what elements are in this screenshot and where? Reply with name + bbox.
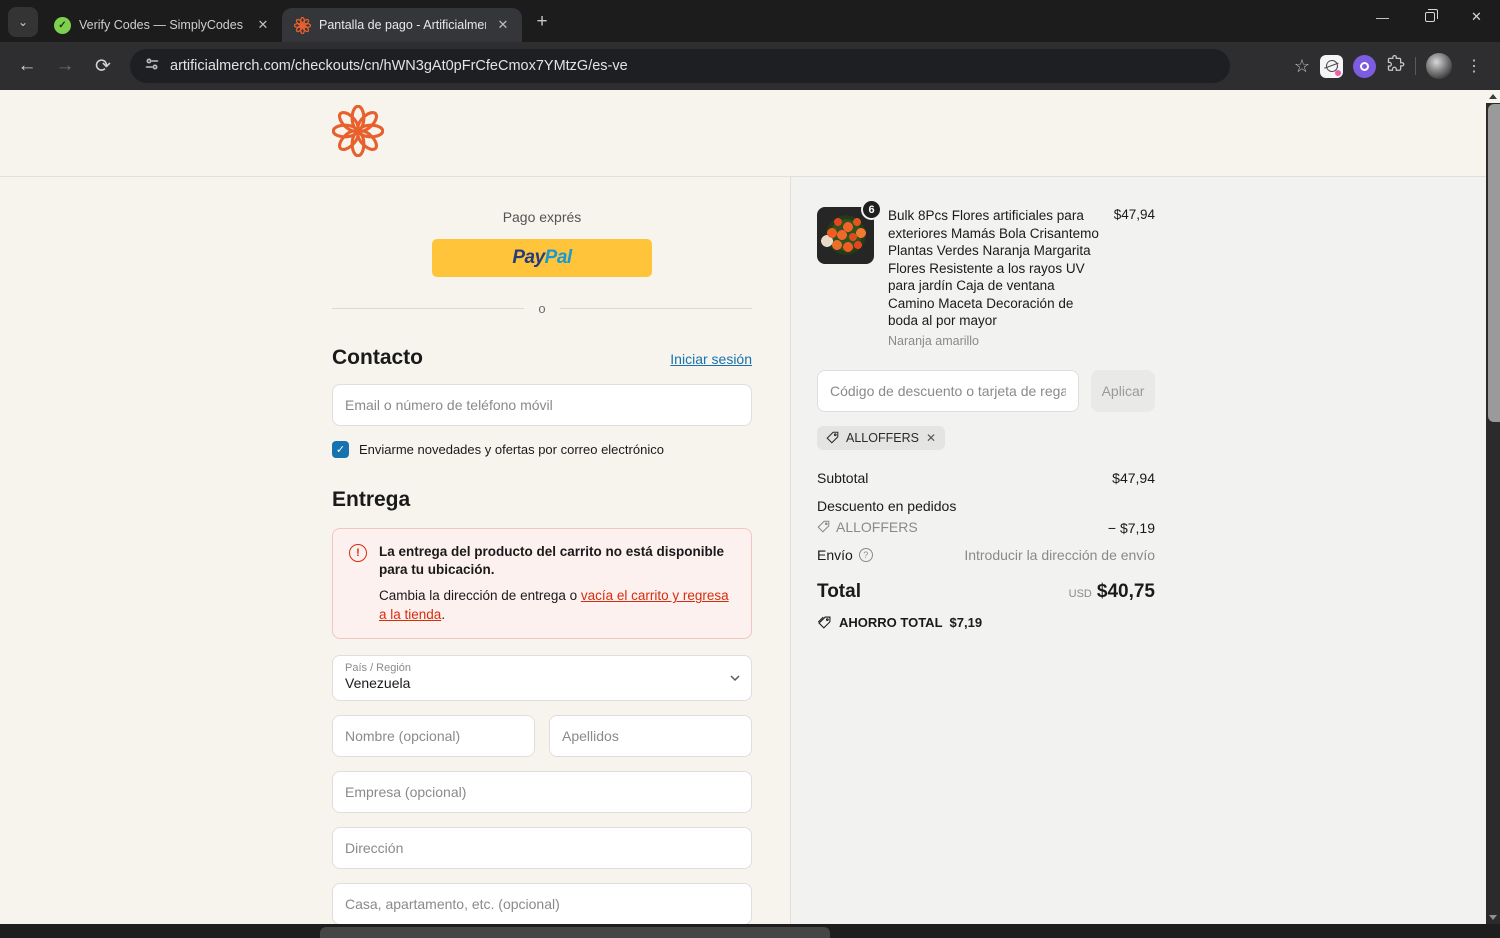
chevron-down-icon [729,672,741,684]
vertical-scrollbar-thumb[interactable] [1488,104,1500,422]
warning-icon: ! [349,544,367,562]
profile-avatar[interactable] [1426,53,1452,79]
url-text[interactable]: artificialmerch.com/checkouts/cn/hWN3gAt… [170,58,628,74]
minimize-button[interactable]: — [1359,0,1406,34]
browser-window: ⌄ ✓ Verify Codes — SimplyCodes ✕ Pantall… [0,0,1500,938]
total-label: Total [817,581,861,603]
store-favicon-icon [294,16,311,34]
store-logo[interactable] [331,104,385,162]
total-savings-row: AHORRO TOTAL $7,19 [817,615,1155,630]
contact-heading: Contacto [332,346,423,369]
tab-simplycodes[interactable]: ✓ Verify Codes — SimplyCodes ✕ [42,8,282,42]
last-name-field[interactable] [550,715,751,756]
quantity-badge: 6 [861,199,882,220]
extension-icon[interactable] [1320,54,1343,78]
checkout-form-column: Pago exprés Pay Pal o Contacto Iniciar se… [0,177,790,924]
simplycodes-favicon-icon: ✓ [54,16,71,34]
warning-secondary: Cambia la dirección de entrega o vacía e… [379,588,729,622]
discount-code-input[interactable] [818,370,1078,411]
first-name-field[interactable] [333,715,534,756]
shipping-value: Introducir la dirección de envío [964,547,1155,564]
toolbar-right: ☆ ⋮ [1294,53,1490,79]
savings-label: AHORRO TOTAL [839,615,943,631]
restore-icon [1424,9,1438,22]
tab-strip: ⌄ ✓ Verify Codes — SimplyCodes ✕ Pantall… [0,0,1500,42]
close-tab-icon[interactable]: ✕ [494,16,512,34]
back-button[interactable]: ← [10,49,44,83]
apply-discount-button[interactable]: Aplicar [1091,369,1155,412]
subtotal-label: Subtotal [817,469,869,486]
login-link[interactable]: Iniciar sesión [670,351,752,367]
order-discount-label: Descuento en pedidos [817,497,957,514]
product-variant: Naranja amarillo [888,333,980,348]
ring-icon [1360,61,1369,71]
cart-line-item: 6 Bulk 8Pcs Flores artificiales para ext… [817,199,1155,348]
scroll-down-icon[interactable] [1486,911,1500,924]
remove-discount-icon[interactable]: ✕ [926,431,936,445]
forward-button[interactable]: → [48,49,82,83]
browser-menu-icon[interactable]: ⋮ [1462,56,1486,76]
extension-icon[interactable] [1353,54,1376,78]
close-window-button[interactable]: ✕ [1453,0,1500,34]
tab-title: Pantalla de pago - Artificialmerc [319,18,486,32]
address-field[interactable] [333,827,751,868]
discount-chip: ALLOFFERS ✕ [817,425,945,450]
bookmark-star-icon[interactable]: ☆ [1294,56,1310,77]
subtotal-value: $47,94 [1112,469,1155,486]
site-header [0,90,1486,177]
close-tab-icon[interactable]: ✕ [254,16,272,34]
tab-checkout[interactable]: Pantalla de pago - Artificialmerc ✕ [282,8,522,42]
delivery-warning-banner: ! La entrega del producto del carrito no… [332,528,752,639]
express-checkout-label: Pago exprés [502,209,582,225]
toolbar-divider [1415,57,1416,75]
company-field[interactable] [333,771,751,812]
tag-icon [826,431,839,444]
savings-value: $7,19 [949,615,983,631]
tag-icon [817,520,830,533]
maximize-button[interactable] [1406,0,1453,34]
new-tab-button[interactable]: + [528,8,556,36]
reload-button[interactable]: ⟳ [86,49,120,83]
checkout-page: Pago exprés Pay Pal o Contacto Iniciar se… [0,90,1500,938]
discount-chip-code: ALLOFFERS [846,430,919,445]
newsletter-checkbox-row[interactable]: ✓ Enviarme novedades y ofertas por corre… [332,441,752,458]
total-value: USD $40,75 [1068,581,1155,603]
discount-code-label: ALLOFFERS [817,519,918,535]
apartment-field[interactable] [333,883,751,924]
horizontal-scrollbar[interactable] [0,924,1486,938]
site-settings-icon[interactable] [144,56,160,77]
vertical-scrollbar[interactable] [1486,90,1500,924]
scroll-up-icon[interactable] [1486,90,1500,103]
shipping-help-icon[interactable]: ? [858,548,873,563]
newsletter-label: Enviarme novedades y ofertas por correo … [359,442,664,457]
shipping-label: Envío ? [817,547,873,563]
horizontal-scrollbar-thumb[interactable] [320,927,830,938]
discount-row: Aplicar [817,369,1155,412]
country-select[interactable]: País / Región Venezuela [332,654,752,701]
notification-dot-icon [1335,69,1341,76]
warning-message: La entrega del producto del carrito no e… [379,544,725,578]
scrollbar-corner [1486,924,1500,938]
product-title: Bulk 8Pcs Flores artificiales para exter… [888,208,1099,329]
extensions-puzzle-icon[interactable] [1386,54,1405,78]
window-controls: — ✕ [1359,0,1500,34]
or-divider: o [332,301,752,316]
paypal-button[interactable]: Pay Pal [432,239,652,277]
browser-toolbar: ← → ⟳ artificialmerch.com/checkouts/cn/h… [0,42,1500,90]
double-tag-icon [817,615,832,630]
delivery-heading: Entrega [332,488,411,511]
paypal-logo: Pay [512,247,545,268]
product-price: $47,94 [1113,207,1155,222]
email-field[interactable] [333,385,751,425]
currency-code: USD [1068,588,1092,601]
checkbox-checked-icon[interactable]: ✓ [332,441,349,458]
discount-value: − $7,19 [1107,520,1155,537]
tab-search-button[interactable]: ⌄ [8,7,38,37]
tab-title: Verify Codes — SimplyCodes [79,18,243,32]
url-bar[interactable]: artificialmerch.com/checkouts/cn/hWN3gAt… [130,49,1230,83]
order-summary-column: 6 Bulk 8Pcs Flores artificiales para ext… [790,177,1486,924]
totals-section: Subtotal $47,94 Descuento en pedidos ALL… [817,470,1155,631]
